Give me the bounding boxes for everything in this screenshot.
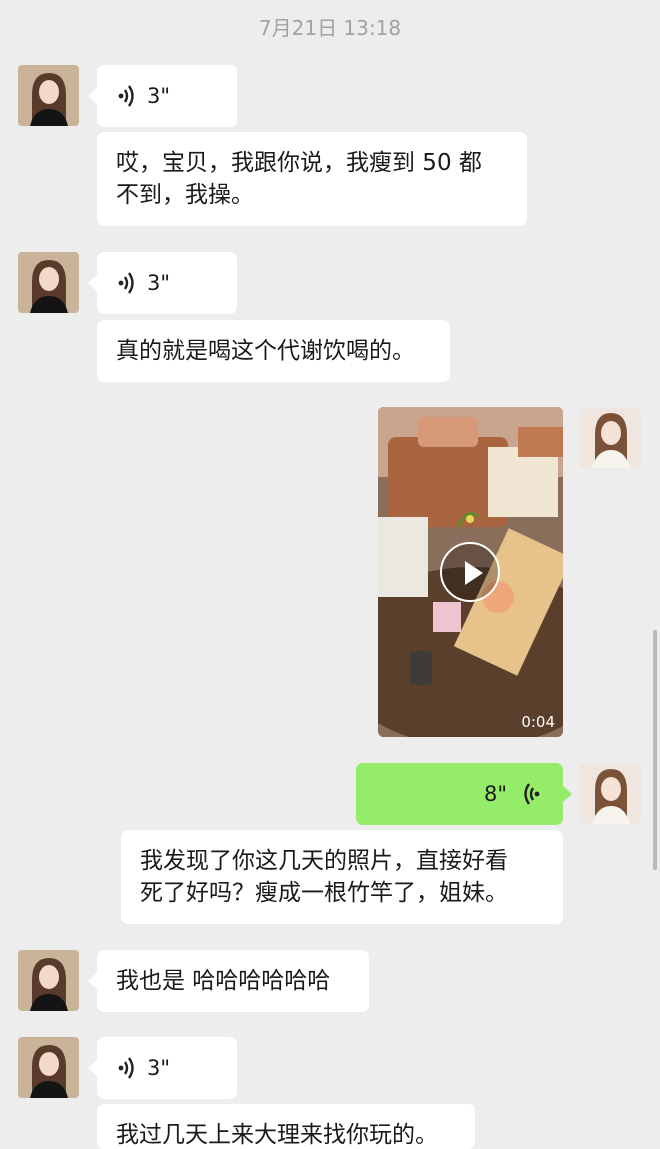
message-line: 我发现了你这几天的照片，直接好看: [140, 848, 508, 874]
text-message[interactable]: 我发现了你这几天的照片，直接好看 死了好吗？瘦成一根竹竿了，姐妹。: [121, 830, 563, 924]
message-line: 真的就是喝这个代谢饮喝的。: [116, 338, 415, 364]
voice-wave-icon: [118, 1057, 134, 1079]
voice-message[interactable]: 3": [88, 1037, 237, 1099]
voice-duration: 3": [147, 271, 171, 295]
message-line: 哎，宝贝，我跟你说，我瘦到 50 都: [116, 150, 482, 176]
my-avatar[interactable]: [580, 763, 641, 824]
message-line: 不到，我操。: [116, 182, 254, 208]
text-message[interactable]: 我也是 哈哈哈哈哈哈: [88, 950, 369, 1012]
contact-avatar[interactable]: [18, 65, 79, 126]
voice-duration: 8": [483, 782, 507, 806]
my-avatar[interactable]: [580, 407, 641, 468]
voice-duration: 3": [147, 1056, 171, 1080]
voice-wave-icon: [118, 272, 134, 294]
text-message[interactable]: 我过几天上来大理来找你玩的。: [97, 1104, 475, 1149]
video-duration: 0:04: [521, 713, 555, 731]
voice-duration: 3": [147, 84, 171, 108]
message-line: 死了好吗？瘦成一根竹竿了，姐妹。: [140, 880, 508, 906]
timestamp: 7月21日 13:18: [258, 16, 402, 40]
message-line: 我过几天上来大理来找你玩的。: [116, 1122, 438, 1148]
text-message[interactable]: 真的就是喝这个代谢饮喝的。: [97, 320, 450, 382]
text-message[interactable]: 哎，宝贝，我跟你说，我瘦到 50 都 不到，我操。: [97, 132, 527, 226]
contact-avatar[interactable]: [18, 1037, 79, 1098]
video-message[interactable]: 0:04: [378, 407, 563, 737]
voice-wave-icon: [118, 85, 134, 107]
voice-message[interactable]: 3": [88, 252, 237, 314]
contact-avatar[interactable]: [18, 252, 79, 313]
scrollbar[interactable]: [653, 630, 657, 870]
contact-avatar[interactable]: [18, 950, 79, 1011]
voice-message[interactable]: 3": [88, 65, 237, 127]
play-icon[interactable]: [440, 542, 500, 602]
voice-wave-icon: [524, 783, 540, 805]
voice-message-sent[interactable]: 8": [356, 763, 572, 825]
message-line: 我也是 哈哈哈哈哈哈: [116, 968, 331, 994]
